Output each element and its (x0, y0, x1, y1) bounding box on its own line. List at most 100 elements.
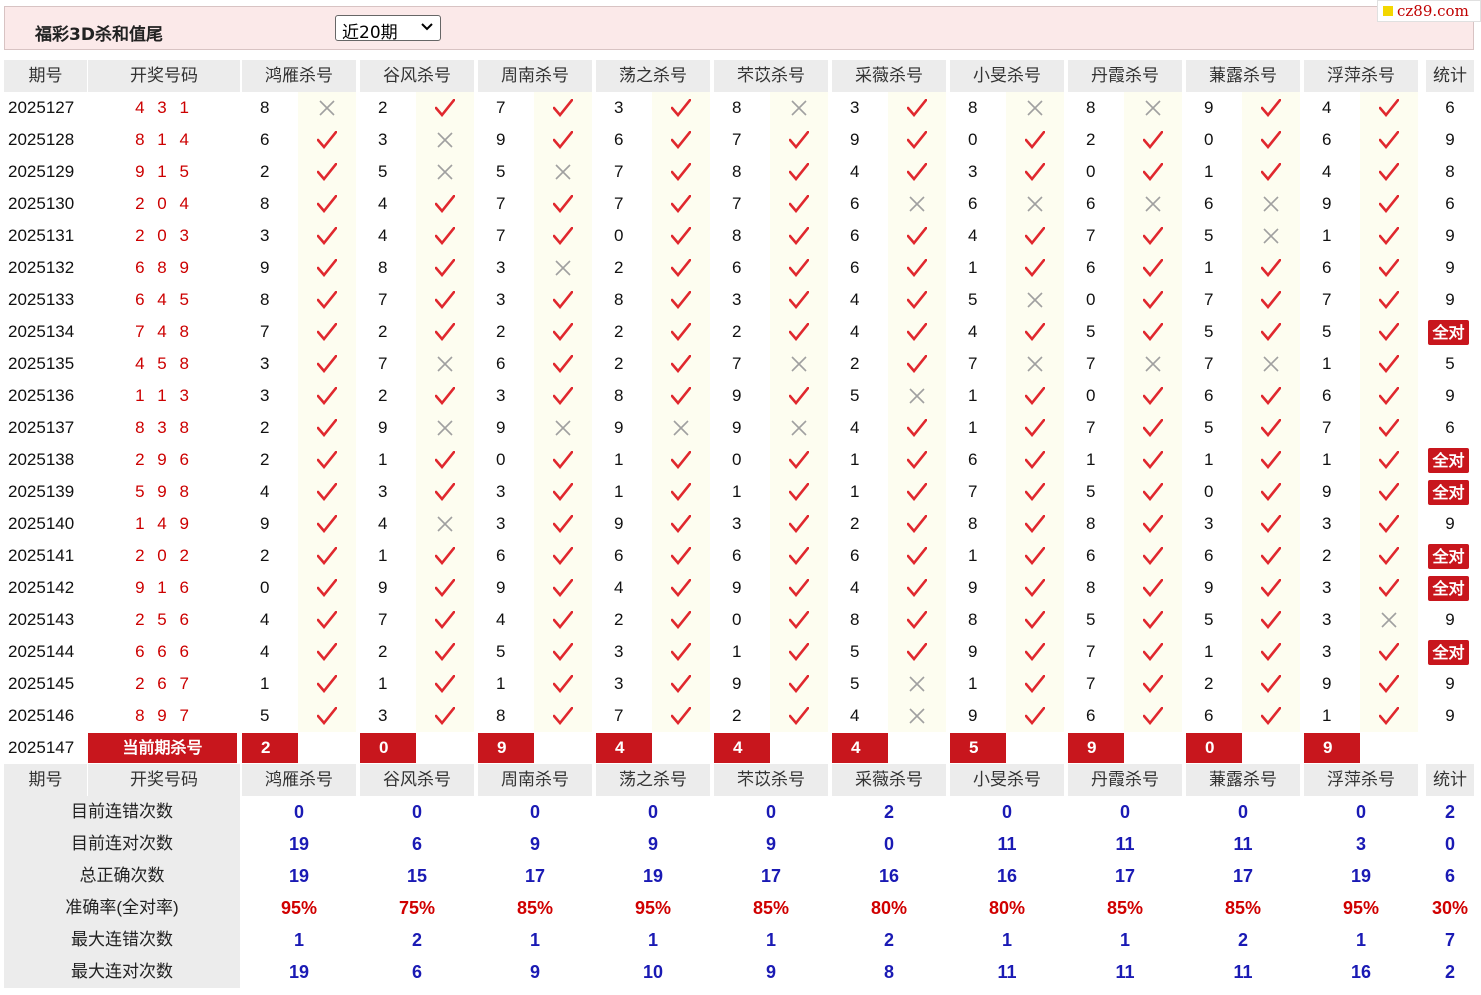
hit-mark (652, 92, 710, 124)
kill-number: 1 (950, 668, 1006, 700)
hit-mark (534, 476, 592, 508)
cross-icon (909, 676, 925, 692)
kill-number: 5 (950, 284, 1006, 316)
header-col-predictor: 芣苡杀号 (714, 60, 828, 92)
kill-number: 8 (950, 92, 1006, 124)
period-id: 2025135 (4, 348, 88, 380)
check-icon (1143, 451, 1163, 469)
stat-tally-value: 2 (1426, 796, 1474, 828)
kill-number: 4 (832, 284, 888, 316)
hit-mark (298, 156, 356, 188)
hit-mark (1124, 668, 1182, 700)
period-select[interactable]: 近20期 (335, 15, 441, 43)
miss-mark (770, 412, 828, 444)
current-kill-spacer (888, 732, 946, 764)
stat-label: 总正确次数 (4, 860, 240, 892)
cross-icon (1263, 196, 1279, 212)
kill-number: 1 (596, 476, 652, 508)
row-tally: 全对 (1426, 476, 1474, 508)
kill-number: 2 (596, 348, 652, 380)
check-icon (789, 707, 809, 725)
kill-number: 0 (478, 444, 534, 476)
kill-number: 9 (714, 380, 770, 412)
check-icon (671, 195, 691, 213)
footer-header-col-predictor: 丹霞杀号 (1068, 764, 1182, 796)
kill-number: 1 (950, 540, 1006, 572)
check-icon (671, 291, 691, 309)
period-id: 2025142 (4, 572, 88, 604)
hit-mark (534, 124, 592, 156)
stat-value: 11 (950, 828, 1064, 860)
stat-value: 1 (950, 924, 1064, 956)
footer-header-col-predictor: 小旻杀号 (950, 764, 1064, 796)
check-icon (789, 579, 809, 597)
kill-number: 4 (1304, 92, 1360, 124)
miss-mark (888, 700, 946, 732)
kill-number: 9 (596, 508, 652, 540)
cross-icon (1145, 100, 1161, 116)
draw-number: 2 9 6 (88, 444, 240, 476)
kill-number: 8 (478, 700, 534, 732)
kill-number: 5 (1186, 316, 1242, 348)
kill-number: 6 (1186, 188, 1242, 220)
hit-mark (1242, 668, 1300, 700)
kill-number: 5 (832, 636, 888, 668)
check-icon (1261, 611, 1281, 629)
check-icon (317, 675, 337, 693)
kill-number: 2 (714, 700, 770, 732)
hit-mark (1360, 284, 1418, 316)
check-icon (907, 579, 927, 597)
check-icon (1379, 227, 1399, 245)
check-icon (317, 355, 337, 373)
kill-number: 9 (360, 412, 416, 444)
cross-icon (909, 388, 925, 404)
cross-icon (1263, 228, 1279, 244)
hit-mark (1124, 380, 1182, 412)
check-icon (1143, 579, 1163, 597)
row-tally: 6 (1426, 412, 1474, 444)
check-icon (553, 227, 573, 245)
footer-header-col-predictor: 浮萍杀号 (1304, 764, 1418, 796)
hit-mark (534, 188, 592, 220)
kill-number: 1 (1304, 220, 1360, 252)
hit-mark (770, 476, 828, 508)
kill-number: 3 (832, 92, 888, 124)
row-tally: 9 (1426, 252, 1474, 284)
check-icon (435, 483, 455, 501)
stat-value: 1 (714, 924, 828, 956)
miss-mark (1242, 348, 1300, 380)
miss-mark (1242, 188, 1300, 220)
hit-mark (1006, 124, 1064, 156)
miss-mark (1124, 348, 1182, 380)
kill-number: 7 (478, 188, 534, 220)
hit-mark (1124, 252, 1182, 284)
hit-mark (1124, 540, 1182, 572)
kill-number: 9 (950, 700, 1006, 732)
cross-icon (555, 260, 571, 276)
kill-number: 6 (1068, 188, 1124, 220)
row-tally: 5 (1426, 348, 1474, 380)
hit-mark (416, 668, 474, 700)
period-id: 2025140 (4, 508, 88, 540)
kill-number: 3 (1304, 636, 1360, 668)
kill-number: 3 (714, 508, 770, 540)
check-icon (1261, 451, 1281, 469)
hit-mark (652, 188, 710, 220)
kill-number: 8 (1068, 92, 1124, 124)
kill-number: 6 (714, 540, 770, 572)
all-correct-badge: 全对 (1428, 576, 1469, 601)
check-icon (671, 483, 691, 501)
kill-number: 8 (1068, 572, 1124, 604)
stat-value: 1 (242, 924, 356, 956)
current-kill-number: 9 (1068, 733, 1124, 763)
stat-value: 0 (596, 796, 710, 828)
check-icon (1025, 323, 1045, 341)
site-logo[interactable]: cz89.com (1377, 0, 1481, 22)
header-col-predictor: 鸿雁杀号 (242, 60, 356, 92)
hit-mark (1124, 412, 1182, 444)
cross-icon (437, 516, 453, 532)
check-icon (789, 291, 809, 309)
kill-number: 2 (1304, 540, 1360, 572)
stat-value: 3 (1304, 828, 1418, 860)
miss-mark (416, 508, 474, 540)
